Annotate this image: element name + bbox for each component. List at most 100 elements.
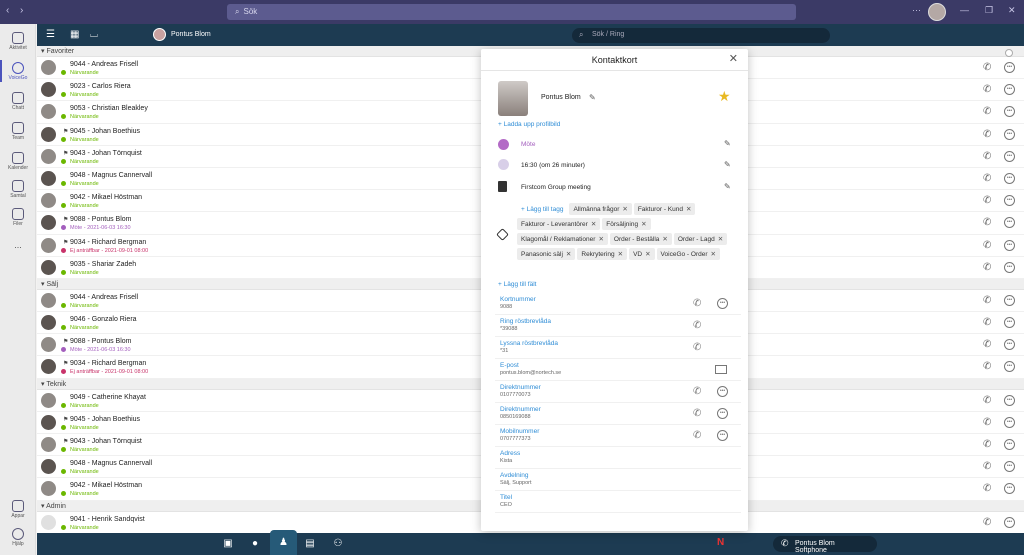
edit-time-icon[interactable]: ✎	[724, 160, 731, 169]
call-icon[interactable]: ✆	[983, 339, 994, 350]
mail-icon[interactable]	[715, 365, 727, 374]
chat-icon[interactable]: •••	[717, 408, 728, 419]
call-icon[interactable]: ✆	[983, 151, 994, 162]
call-icon[interactable]: ✆	[983, 483, 994, 494]
chat-icon[interactable]: •••	[1004, 239, 1015, 251]
scroll-top-icon[interactable]	[1005, 49, 1013, 57]
call-icon[interactable]: ✆	[983, 84, 994, 95]
field-label[interactable]: Lyssna röstbrevlåda	[500, 337, 741, 347]
call-icon[interactable]: ✆	[983, 317, 994, 328]
chat-icon[interactable]: •••	[1004, 84, 1015, 96]
call-icon[interactable]: ✆	[983, 173, 994, 184]
chat-icon[interactable]: •••	[1004, 439, 1015, 450]
add-field-link[interactable]: + Lägg till fält	[498, 281, 536, 288]
add-tag-link[interactable]: + Lägg till tagg	[517, 204, 567, 215]
field-label[interactable]: Avdelning	[500, 469, 741, 479]
field-label[interactable]: Ring röstbrevlåda	[500, 315, 741, 325]
remove-tag-icon[interactable]: ✕	[645, 251, 650, 258]
field-label[interactable]: Adress	[500, 447, 741, 457]
field-label[interactable]: Direktnummer	[500, 403, 741, 413]
field-label[interactable]: E-post	[500, 359, 741, 369]
remove-tag-icon[interactable]: ✕	[641, 221, 646, 228]
list-view-icon[interactable]: ▦	[70, 29, 82, 40]
call-icon[interactable]: ✆	[983, 240, 994, 251]
rail-item-calendar[interactable]: Kalender	[0, 152, 36, 171]
close-window-icon[interactable]: ✕	[1008, 5, 1016, 16]
close-icon[interactable]: ✕	[729, 54, 738, 65]
call-icon[interactable]: ✆	[693, 430, 701, 441]
call-icon[interactable]: ✆	[983, 106, 994, 117]
call-icon[interactable]: ✆	[983, 295, 994, 306]
chat-icon[interactable]: •••	[1004, 516, 1015, 528]
chat-icon[interactable]: •••	[1004, 217, 1015, 229]
softphone-button[interactable]: ✆ Pontus Blom Softphone	[773, 536, 877, 554]
call-icon[interactable]: ✆	[983, 395, 994, 406]
favorite-star-icon[interactable]: ★	[718, 88, 731, 105]
upload-photo-link[interactable]: + Ladda upp profilbild	[498, 121, 560, 128]
chat-icon[interactable]: •••	[1004, 128, 1015, 140]
chat-icon[interactable]: •••	[1004, 317, 1015, 329]
call-icon[interactable]: ✆	[693, 342, 701, 353]
edit-status-icon[interactable]: ✎	[724, 139, 731, 148]
remove-tag-icon[interactable]: ✕	[662, 236, 667, 243]
rail-item-voicego[interactable]: VoiceGo	[0, 62, 36, 81]
call-icon[interactable]: ✆	[693, 386, 701, 397]
call-icon[interactable]: ✆	[983, 361, 994, 372]
rail-item-files[interactable]: Filer	[0, 208, 36, 227]
chat-icon[interactable]: •••	[1004, 461, 1015, 473]
call-icon[interactable]: ✆	[983, 439, 994, 450]
remove-tag-icon[interactable]: ✕	[686, 206, 691, 213]
chat-icon[interactable]: •••	[1004, 339, 1015, 351]
call-icon[interactable]: ✆	[693, 408, 701, 419]
remove-tag-icon[interactable]: ✕	[711, 251, 716, 258]
rail-item-chat[interactable]: Chatt	[0, 92, 36, 111]
voicemail-badge-icon[interactable]: N	[717, 537, 724, 548]
chat-icon[interactable]: •••	[1004, 62, 1015, 73]
field-label[interactable]: Kortnummer	[500, 293, 741, 303]
field-label[interactable]: Mobilnummer	[500, 425, 741, 435]
call-icon[interactable]: ✆	[983, 517, 994, 528]
call-icon[interactable]: ✆	[983, 461, 994, 472]
chat-icon[interactable]: •••	[1004, 294, 1015, 306]
rail-item-team[interactable]: Team	[0, 122, 36, 141]
remove-tag-icon[interactable]: ✕	[718, 236, 723, 243]
briefcase-icon[interactable]: ▣	[221, 537, 235, 551]
rail-item-activity[interactable]: Aktivitet	[0, 32, 36, 51]
rail-item-help[interactable]: Hjälp	[0, 528, 36, 547]
back-icon[interactable]: ‹	[6, 5, 9, 16]
voicemail-icon[interactable]: ⌴	[90, 29, 108, 40]
contacts-icon[interactable]: ♟	[270, 530, 297, 555]
chat-icon[interactable]: •••	[717, 430, 728, 441]
remove-tag-icon[interactable]: ✕	[566, 251, 571, 258]
call-icon[interactable]: ✆	[983, 129, 994, 140]
field-label[interactable]: Direktnummer	[500, 381, 741, 391]
edit-note-icon[interactable]: ✎	[724, 182, 731, 191]
chat-icon[interactable]: •••	[1004, 172, 1015, 184]
user-avatar[interactable]	[928, 3, 946, 21]
remove-tag-icon[interactable]: ✕	[591, 221, 596, 228]
call-icon[interactable]: ✆	[983, 62, 994, 73]
global-search-input[interactable]: ⌕ Sök	[227, 4, 796, 20]
more-options-icon[interactable]: ···	[912, 5, 921, 15]
chat-icon[interactable]: •••	[1004, 195, 1015, 207]
remove-tag-icon[interactable]: ✕	[622, 206, 627, 213]
team-call-icon[interactable]: ⚇	[331, 537, 345, 551]
menu-icon[interactable]: ☰	[46, 29, 58, 40]
chat-icon[interactable]: •••	[717, 298, 728, 309]
maximize-icon[interactable]: ❐	[985, 5, 993, 16]
forward-icon[interactable]: ›	[20, 5, 23, 16]
rail-item-calls[interactable]: Samtal	[0, 180, 36, 199]
rail-item-more[interactable]: ...	[0, 240, 36, 250]
chat-icon[interactable]: •••	[1004, 394, 1015, 406]
header-user-avatar[interactable]	[153, 28, 166, 41]
chat-icon[interactable]: •••	[1004, 416, 1015, 428]
call-icon[interactable]: ✆	[983, 417, 994, 428]
rail-item-apps[interactable]: Appar	[0, 500, 36, 519]
chat-icon[interactable]: •••	[717, 386, 728, 397]
minimize-icon[interactable]: —	[960, 5, 969, 15]
presence-status[interactable]: Möte	[521, 141, 535, 148]
call-icon[interactable]: ✆	[693, 298, 701, 309]
chat-icon[interactable]: •••	[1004, 483, 1015, 495]
chat-icon[interactable]: •••	[1004, 150, 1015, 162]
chat-icon[interactable]: •••	[1004, 106, 1015, 118]
